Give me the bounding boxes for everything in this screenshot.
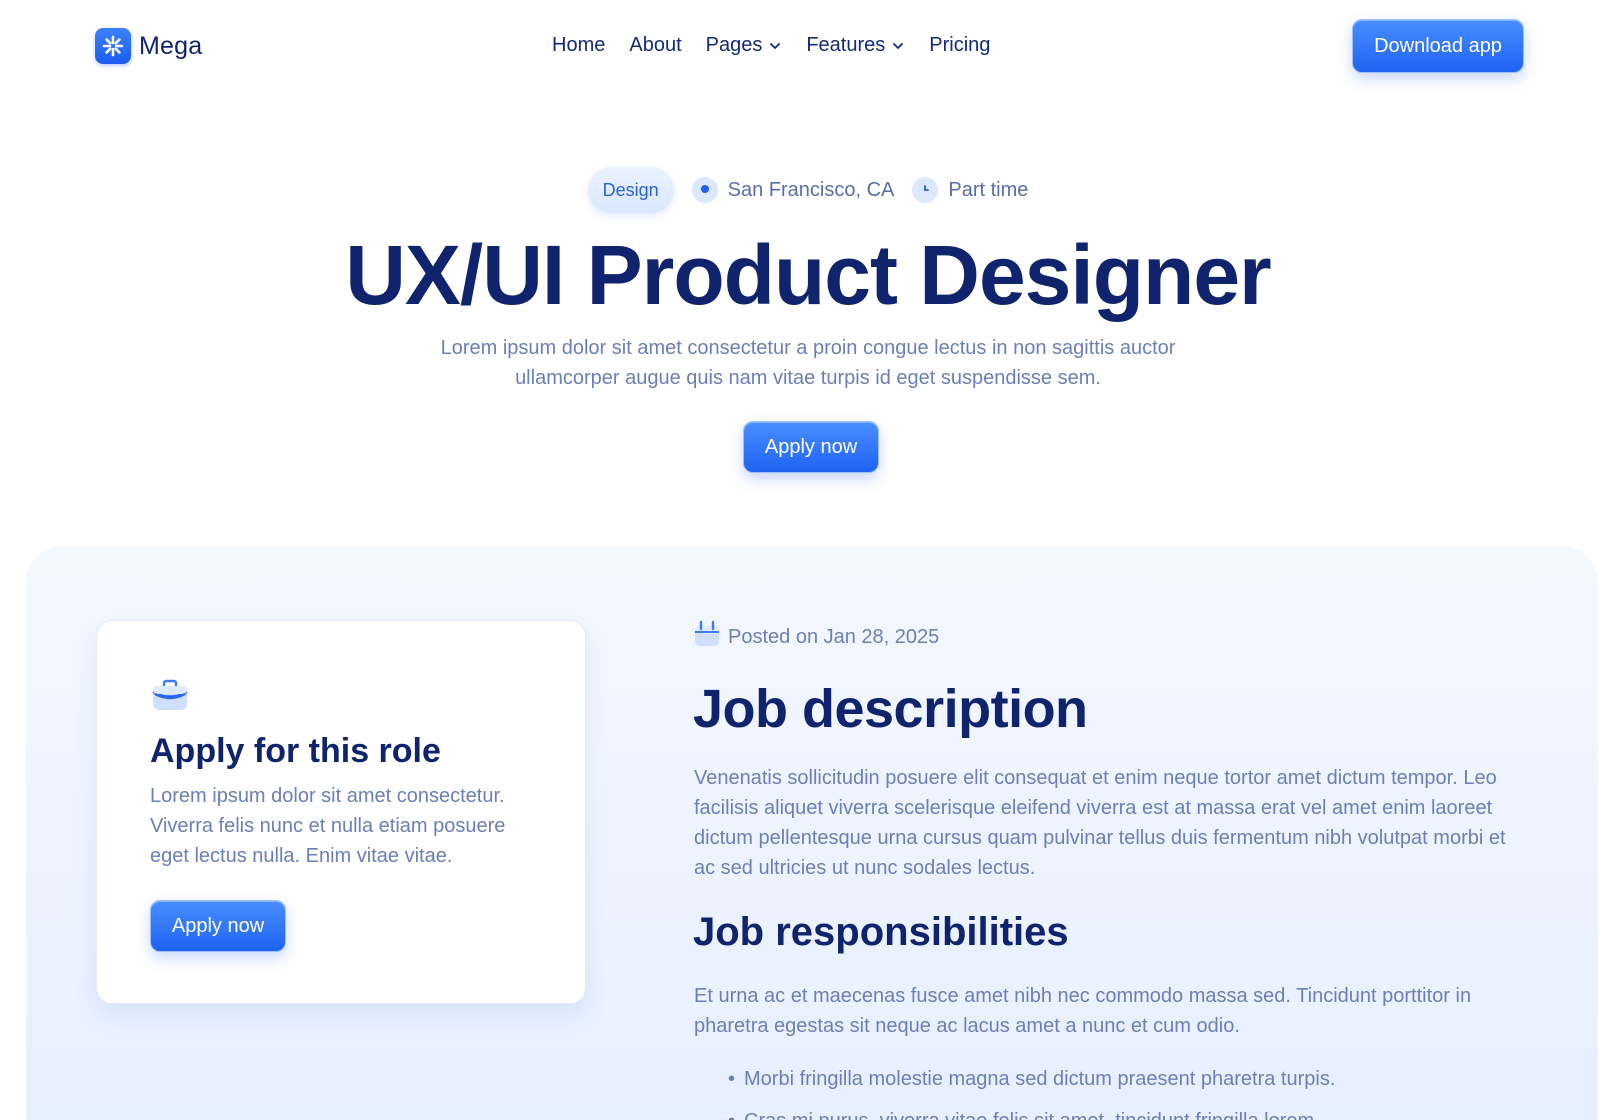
nav-link-pages-label: Pages (705, 34, 763, 56)
brand-name: Mega (139, 31, 203, 60)
apply-card-text: Lorem ipsum dolor sit amet consectetur. … (150, 785, 506, 867)
nav-link-about[interactable]: About (629, 34, 681, 57)
nav-link-pricing[interactable]: Pricing (929, 34, 990, 57)
chevron-down-icon (893, 42, 904, 49)
brand-logo[interactable]: Mega (95, 28, 202, 64)
job-description-text: Venenatis sollicitudin posuere elit cons… (694, 767, 1506, 879)
chevron-down-icon (770, 42, 781, 49)
calendar-icon (694, 620, 720, 654)
clock-icon (912, 177, 939, 203)
job-responsibilities-heading: Job responsibilities (693, 910, 1069, 954)
location-pin-icon (691, 177, 718, 203)
hero-description: Lorem ipsum dolor sit amet consectetur a… (440, 337, 1176, 389)
list-item: Morbi fringilla molestie magna sed dictu… (728, 1064, 1528, 1106)
job-responsibilities-intro: Et urna ac et maecenas fusce amet nibh n… (694, 985, 1472, 1037)
job-type: Part time (912, 177, 1028, 203)
category-badge[interactable]: Design (587, 167, 674, 213)
apply-card-title: Apply for this role (150, 732, 441, 770)
posted-date: Posted on Jan 28, 2025 (694, 620, 939, 654)
mega-logo-icon (95, 28, 131, 64)
apply-now-button[interactable]: Apply now (743, 421, 879, 473)
nav-link-home[interactable]: Home (552, 34, 605, 57)
apply-card: Apply for this role Lorem ipsum dolor si… (96, 620, 586, 1004)
main-menu: Home About Pages Features Pricing (552, 34, 990, 57)
posted-date-text: Posted on Jan 28, 2025 (728, 625, 940, 648)
page-title: UX/UI Product Designer (345, 228, 1272, 322)
download-app-button[interactable]: Download app (1352, 19, 1524, 73)
nav-link-pages[interactable]: Pages (706, 34, 783, 57)
job-location: San Francisco, CA (691, 177, 895, 203)
job-meta: Design San Francisco, CA Part time (0, 167, 1616, 213)
briefcase-icon (150, 675, 190, 715)
list-item: Cras mi purus, viverra vitae felis sit a… (728, 1106, 1528, 1120)
responsibilities-list: Morbi fringilla molestie magna sed dictu… (728, 1064, 1528, 1120)
job-location-text: San Francisco, CA (727, 178, 895, 201)
nav-link-features-label: Features (806, 34, 886, 56)
apply-card-button[interactable]: Apply now (150, 900, 286, 952)
job-description-heading: Job description (693, 679, 1088, 739)
job-type-text: Part time (948, 178, 1029, 201)
nav-link-features[interactable]: Features (806, 34, 905, 57)
top-nav: Mega Home About Pages Features Pricing D… (0, 0, 1616, 96)
